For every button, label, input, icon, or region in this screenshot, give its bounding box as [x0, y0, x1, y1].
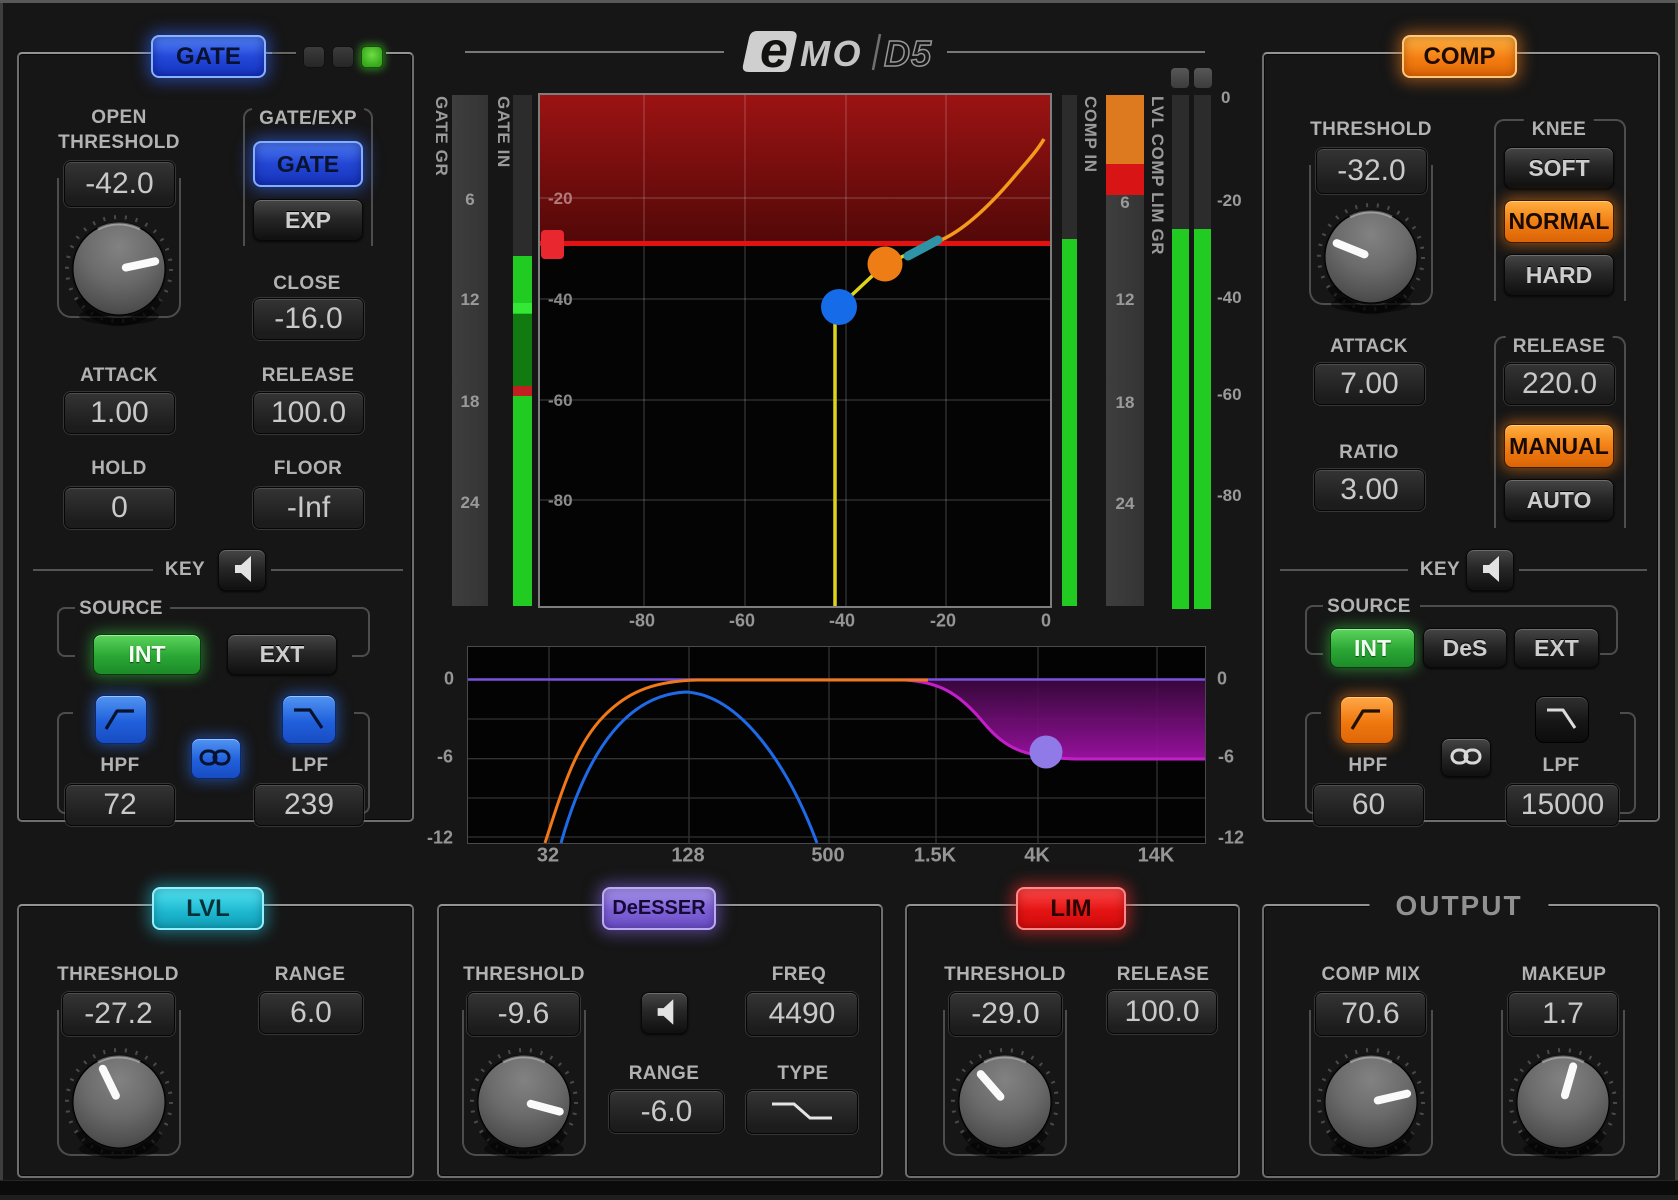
- svg-text:e: e: [760, 30, 788, 74]
- svg-text:D5: D5: [884, 33, 932, 74]
- svg-text:-60: -60: [548, 391, 573, 410]
- svg-text:-80: -80: [548, 491, 573, 510]
- svg-text:-20: -20: [548, 189, 573, 208]
- svg-text:MO: MO: [800, 33, 863, 74]
- svg-text:-40: -40: [548, 290, 573, 309]
